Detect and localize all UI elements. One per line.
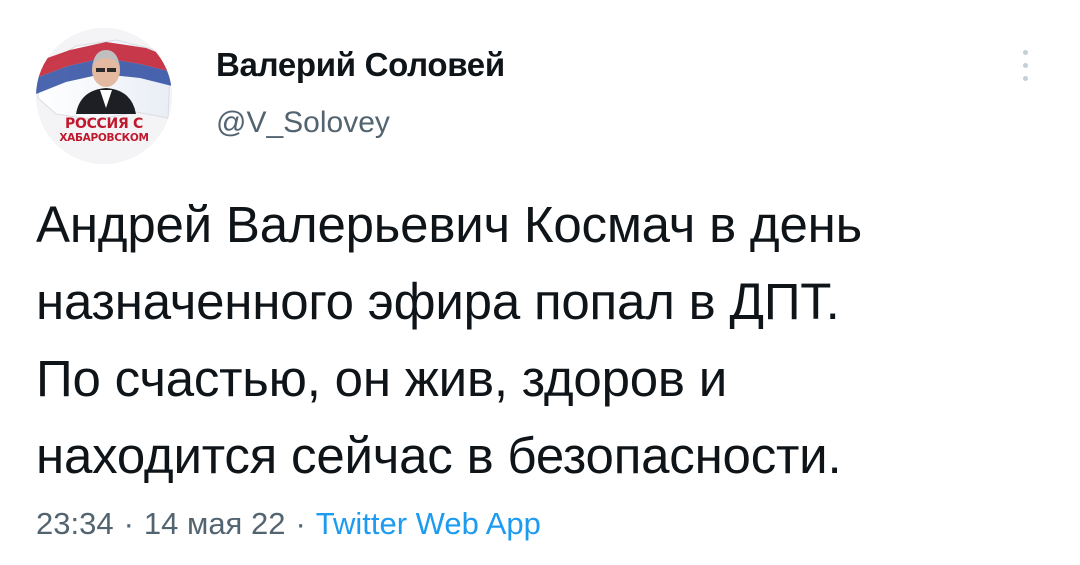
author-handle[interactable]: @V_Solovey [216,106,390,140]
more-dot [1023,50,1028,55]
tweet-text-line: назначенного эфира попал в ДПТ. [36,273,840,330]
more-dot [1023,63,1028,68]
tweet-text-line: По счастью, он жив, здоров и [36,350,728,407]
tweet-date[interactable]: 14 мая 22 [144,506,286,541]
tweet-source-link[interactable]: Twitter Web App [316,506,541,541]
tweet-meta: 23:34 · 14 мая 22 · Twitter Web App [36,506,541,542]
tweet-card: РОССИЯ С ХАБАРОВСКОМ Валерий Соловей @V_… [0,0,1080,565]
tweet-time[interactable]: 23:34 [36,506,114,541]
more-vertical-icon[interactable] [1010,44,1040,88]
tweet-text: Андрей Валерьевич Космач в день назначен… [36,186,1056,494]
tweet-text-line: находится сейчас в безопасности. [36,427,842,484]
more-dot [1023,76,1028,81]
avatar[interactable]: РОССИЯ С ХАБАРОВСКОМ [36,28,172,164]
avatar-caption: РОССИЯ С [65,116,143,132]
avatar-caption-sub: ХАБАРОВСКОМ [59,132,149,144]
meta-separator: · [123,506,134,541]
author-display-name[interactable]: Валерий Соловей [216,46,505,84]
tweet-text-line: Андрей Валерьевич Космач в день [36,196,862,253]
meta-separator: · [295,506,306,541]
